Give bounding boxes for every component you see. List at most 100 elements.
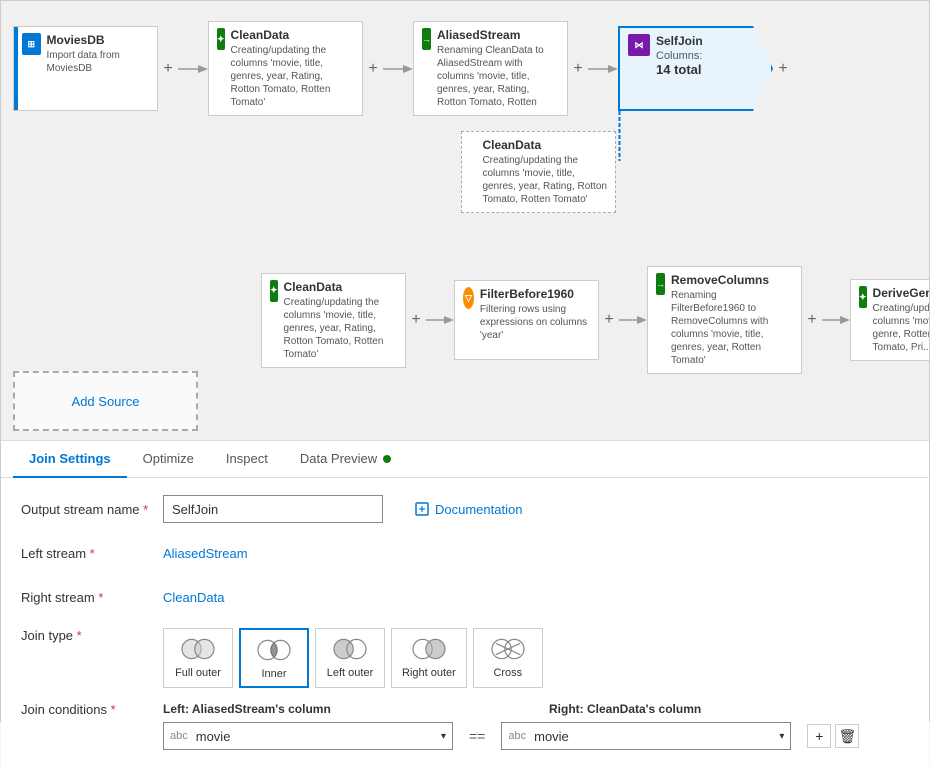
node-selfjoin[interactable]: ⋈ SelfJoin Columns: 14 total [618,26,773,111]
join-type-inner[interactable]: Inner [239,628,309,688]
join-type-full-outer[interactable]: Full outer [163,628,233,688]
plus-after-aliasedstream[interactable]: + [568,59,588,79]
node-removecolumns-desc: Renaming FilterBefore1960 to RemoveColum… [671,289,793,367]
node-aliasedstream[interactable]: → AliasedStream Renaming CleanData to Al… [413,21,568,116]
node-cleandata2-title: CleanData [284,280,397,294]
node-removecolumns-title: RemoveColumns [671,273,793,287]
node-cleandata1-title: CleanData [231,28,354,42]
pipeline-canvas: ⊞ MoviesDB Import data from MoviesDB + ✦ [1,1,929,441]
tab-join-settings[interactable]: Join Settings [13,441,127,478]
node-cleandata-branch-desc: Creating/updating the columns 'movie, ti… [482,154,607,206]
join-type-left-outer[interactable]: Left outer [315,628,385,688]
left-stream-label: Left stream * [21,546,151,561]
settings-panel: Output stream name * Documentation Left … [1,478,929,766]
plus-after-filter[interactable]: + [599,310,619,330]
node-moviesdb-desc: Import data from MoviesDB [47,49,149,75]
node-removecolumns[interactable]: → RemoveColumns Renaming FilterBefore196… [647,266,802,374]
required-star-3: * [98,590,103,605]
clean-icon-2: ✦ [270,280,278,302]
left-stream-value[interactable]: AliasedStream [163,546,248,561]
join-conditions-label: Join conditions * [21,702,151,717]
join-type-right-outer[interactable]: Right outer [391,628,467,688]
filter-icon: ▽ [463,287,474,309]
plus-after-moviesdb[interactable]: + [158,59,178,79]
left-outer-venn [330,635,370,663]
join-col-headers: Left: AliasedStream's column Right: Clea… [163,702,909,716]
equals-sign: == [461,728,493,744]
cross-venn [488,635,528,663]
join-condition-row: abc movie ▾ == abc movie ▾ [163,722,909,750]
node-derivegenre-desc: Creating/updating the columns 'movie, ti… [873,302,929,354]
node-cleandata-branch[interactable]: CleanData Creating/updating the columns … [461,131,616,213]
join-type-cross[interactable]: Cross [473,628,543,688]
join-icon: ⋈ [628,34,650,56]
join-type-row: Join type * Full outer [21,626,909,688]
node-cleandata2[interactable]: ✦ CleanData Creating/updating the column… [261,273,406,368]
documentation-link[interactable]: Documentation [415,502,522,517]
right-col-arrow-icon: ▾ [779,731,784,742]
plus-after-cleandata1[interactable]: + [363,59,383,79]
add-join-condition-button[interactable]: + [807,724,831,748]
right-outer-venn [409,635,449,663]
node-aliasedstream-desc: Renaming CleanData to AliasedStream with… [437,44,559,109]
inner-venn [254,636,294,664]
plus-after-selfjoin[interactable]: + [773,59,793,79]
required-star-2: * [90,546,95,561]
output-stream-label: Output stream name * [21,502,151,517]
tab-optimize[interactable]: Optimize [127,441,210,478]
node-moviesdb-title: MoviesDB [47,33,149,47]
right-stream-label: Right stream * [21,590,151,605]
required-star-1: * [143,502,148,517]
right-col-header: Right: CleanData's column [549,702,701,716]
node-derivegenre[interactable]: ✦ DeriveGenre Creating/updating the colu… [850,279,929,361]
left-col-header: Left: AliasedStream's column [163,702,331,716]
join-type-left-outer-label: Left outer [327,667,373,679]
node-selfjoin-columns-label: Columns: [656,50,703,62]
arrow-3 [588,61,618,77]
doc-link-icon [415,502,429,516]
node-cleandata2-desc: Creating/updating the columns 'movie, ti… [284,296,397,361]
arrow-4 [426,312,454,328]
clean-icon-1: ✦ [217,28,225,50]
node-derivegenre-title: DeriveGenre [873,286,929,300]
output-stream-name-input[interactable] [163,495,383,523]
add-source-button[interactable]: Add Source [13,371,198,431]
node-filterbefore1960-title: FilterBefore1960 [480,287,590,301]
plus-after-removecolumns[interactable]: + [802,310,822,330]
arrow-6 [822,312,850,328]
node-filterbefore1960-desc: Filtering rows using expressions on colu… [480,303,590,342]
join-type-inner-label: Inner [261,668,286,680]
right-col-value: movie [534,729,569,744]
join-types-container: Full outer Inner [163,628,543,688]
join-type-full-outer-label: Full outer [175,667,221,679]
join-type-label: Join type * [21,628,151,643]
db-icon: ⊞ [22,33,41,55]
arrow-2 [383,61,413,77]
right-stream-row: Right stream * CleanData [21,582,909,612]
join-row-actions: + 🗑 [807,724,859,748]
node-moviesdb[interactable]: ⊞ MoviesDB Import data from MoviesDB [13,26,158,111]
branch-connector [618,111,621,161]
plus-after-cleandata2[interactable]: + [406,310,426,330]
join-type-cross-label: Cross [493,667,522,679]
tab-data-preview[interactable]: Data Preview [284,441,407,478]
node-cleandata1[interactable]: ✦ CleanData Creating/updating the column… [208,21,363,116]
join-conditions-row: Join conditions * Left: AliasedStream's … [21,702,909,750]
alias-icon: → [422,28,431,50]
data-preview-dot [383,455,391,463]
join-conditions-content: Left: AliasedStream's column Right: Clea… [163,702,909,750]
delete-join-condition-button[interactable]: 🗑 [835,724,859,748]
right-stream-value[interactable]: CleanData [163,590,224,605]
remove-icon: → [656,273,665,295]
node-cleandata1-desc: Creating/updating the columns 'movie, ti… [231,44,354,109]
bottom-panel: Join Settings Optimize Inspect Data Prev… [1,441,929,766]
required-star-4: * [77,628,82,643]
left-col-arrow-icon: ▾ [441,731,446,742]
left-column-select[interactable]: abc movie ▾ [163,722,453,750]
left-col-type: abc [170,730,188,742]
node-filterbefore1960[interactable]: ▽ FilterBefore1960 Filtering rows using … [454,280,599,360]
tab-inspect[interactable]: Inspect [210,441,284,478]
right-column-select[interactable]: abc movie ▾ [501,722,791,750]
node-selfjoin-columns-count: 14 total [656,62,703,77]
arrow-5 [619,312,647,328]
